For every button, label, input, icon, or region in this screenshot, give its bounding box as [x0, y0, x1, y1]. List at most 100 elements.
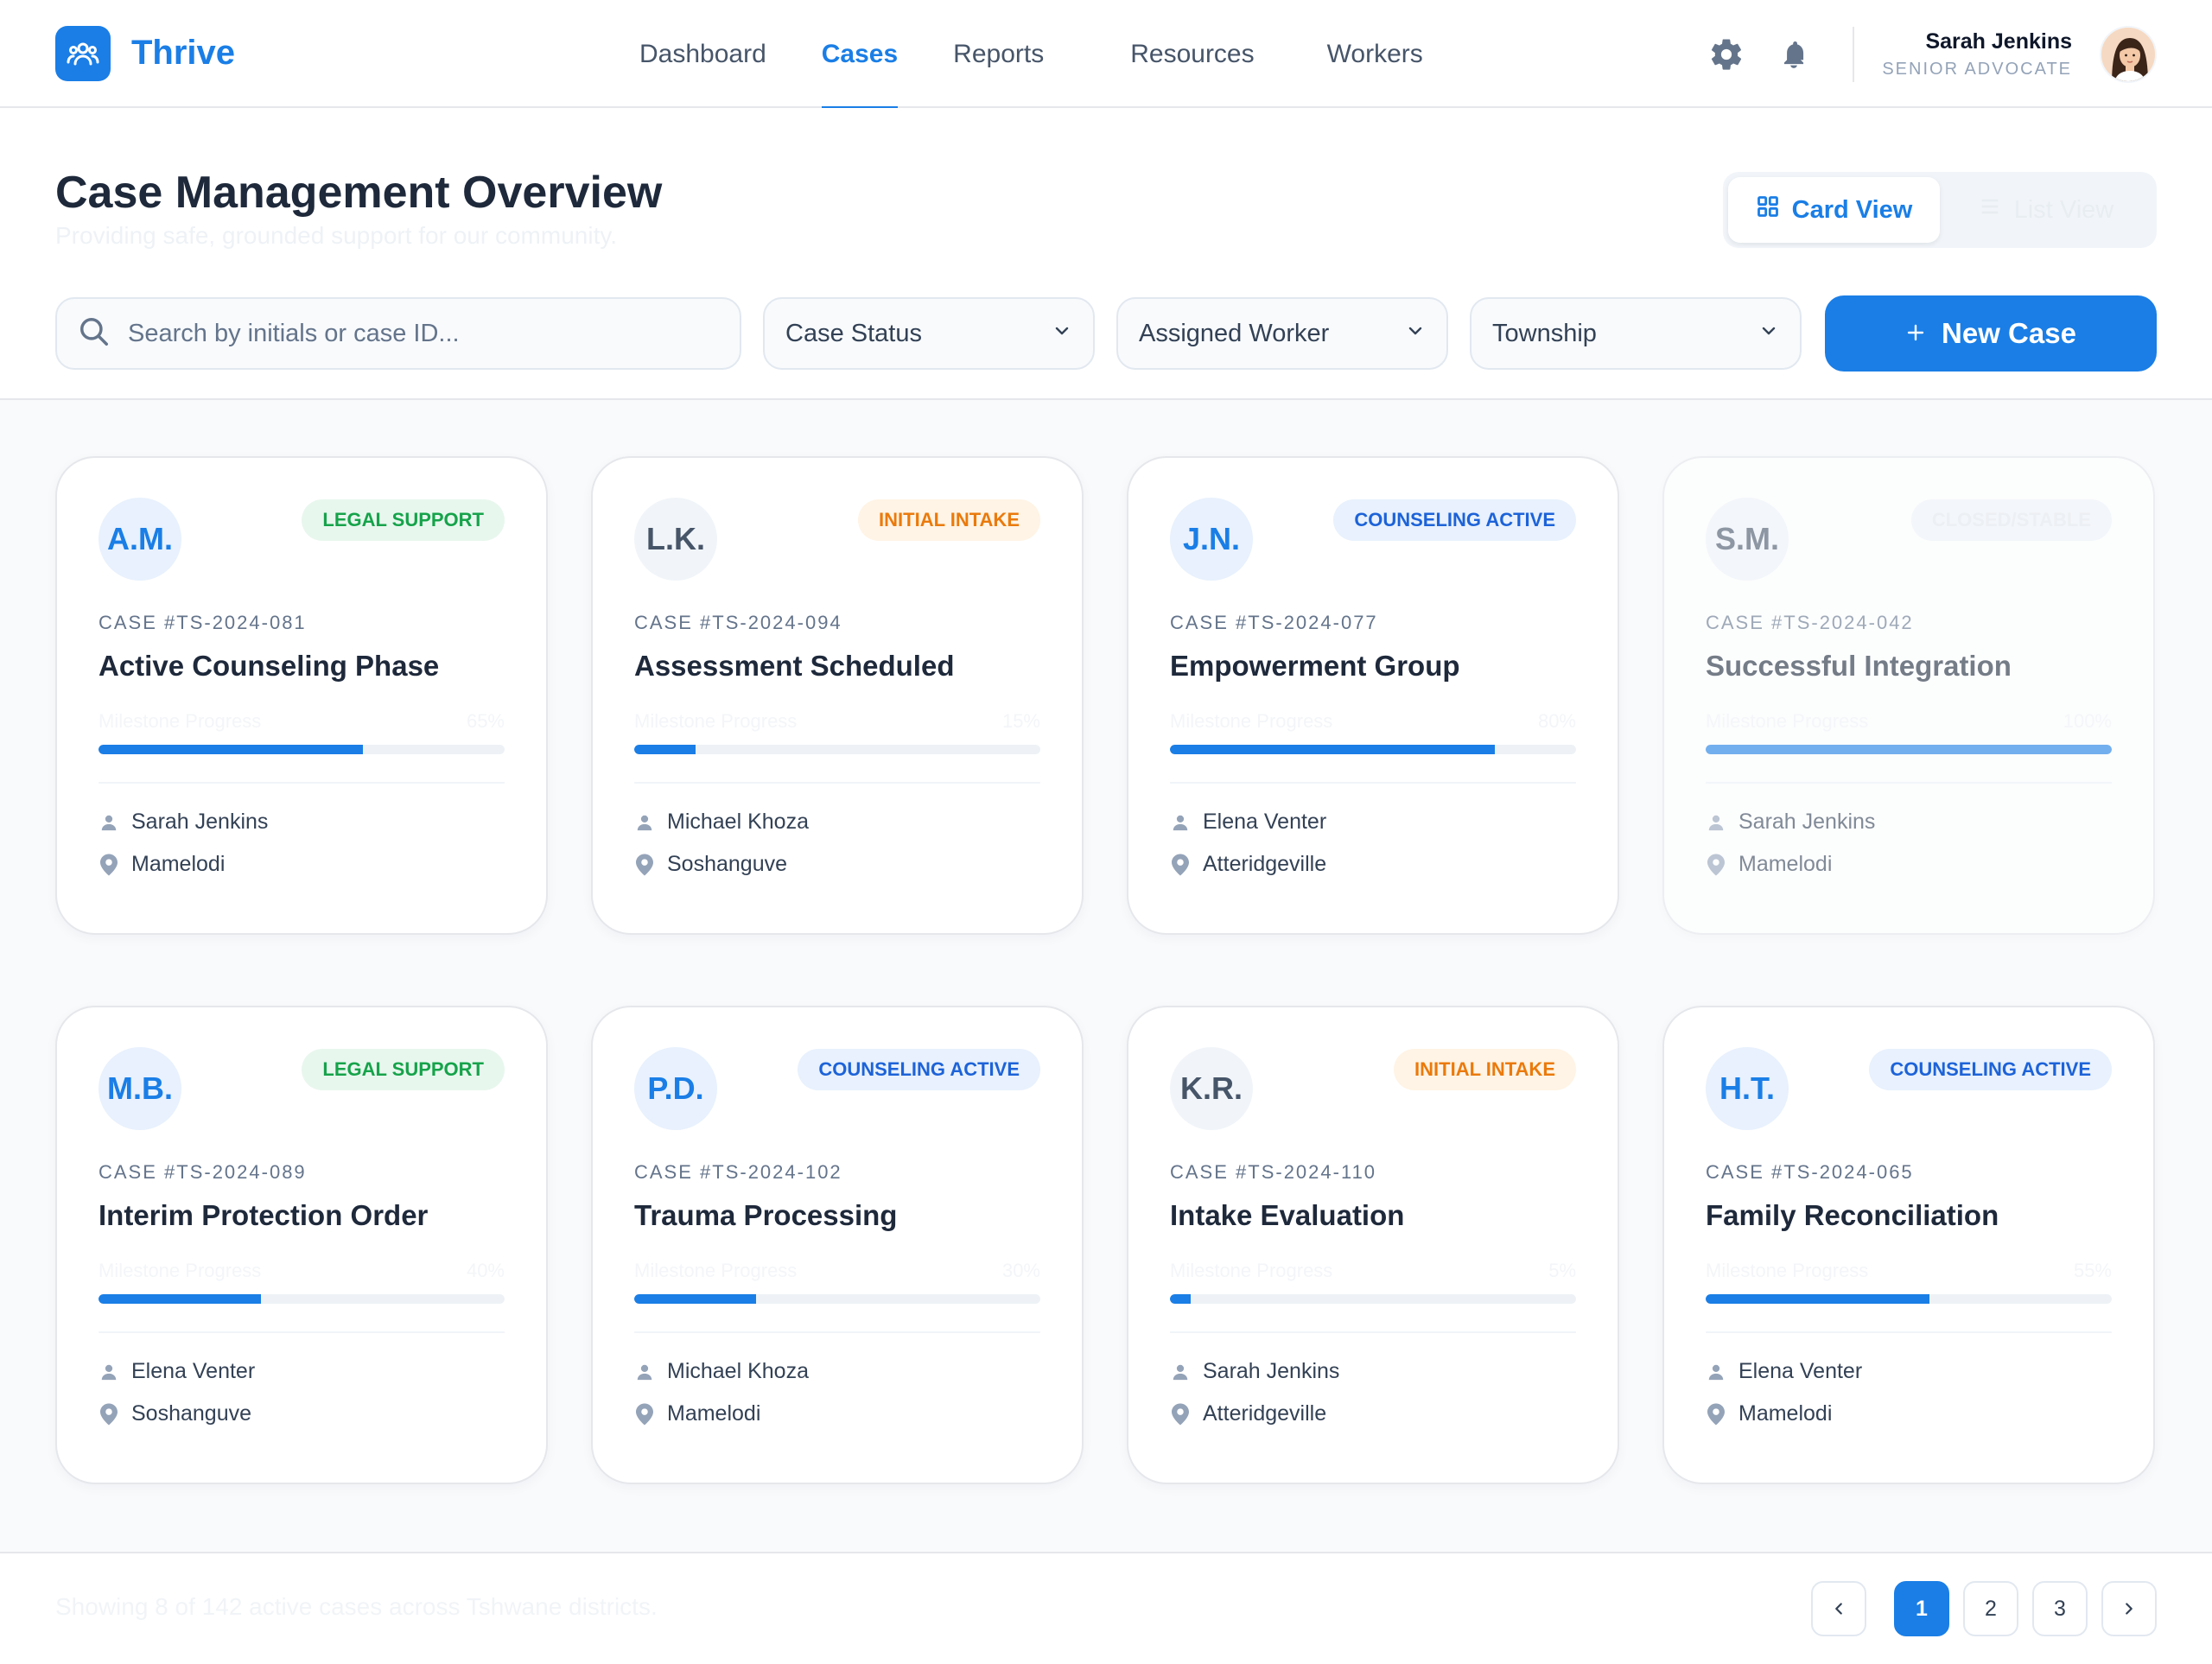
user-name: Sarah Jenkins — [1925, 29, 2072, 54]
progress-percent: 30% — [1001, 1260, 1040, 1281]
bell-icon[interactable] — [1773, 34, 1815, 75]
township-select[interactable]: Township — [1470, 297, 1802, 370]
app-root: Thrive Dashboard Cases Reports Resources… — [0, 0, 2212, 1664]
client-initials: P.D. — [634, 1047, 717, 1130]
progress-header: Milestone Progress 55% — [1706, 1260, 2112, 1282]
township: Soshanguve — [99, 1401, 505, 1426]
search-box[interactable] — [55, 297, 741, 370]
case-card[interactable]: K.R. INITIAL INTAKE CASE #TS-2024-110 In… — [1127, 1006, 1619, 1484]
header-divider — [1853, 26, 1855, 82]
nav-dashboard[interactable]: Dashboard — [639, 0, 766, 108]
search-icon — [78, 315, 111, 352]
case-card[interactable]: J.N. COUNSELING ACTIVE CASE #TS-2024-077… — [1127, 456, 1619, 935]
location-pin-icon — [99, 1403, 119, 1425]
case-card[interactable]: P.D. COUNSELING ACTIVE CASE #TS-2024-102… — [591, 1006, 1084, 1484]
township-label: Township — [1492, 319, 1597, 347]
nav-resources[interactable]: Resources — [1130, 0, 1254, 108]
township-name: Atteridgeville — [1203, 1401, 1327, 1426]
card-divider — [1170, 782, 1576, 784]
chevron-down-icon — [1758, 320, 1779, 348]
location-pin-icon — [634, 1403, 655, 1425]
user-role: SENIOR ADVOCATE — [1882, 59, 2072, 79]
progress-label: Milestone Progress — [99, 710, 262, 732]
progress-percent: 15% — [1001, 710, 1040, 732]
assigned-worker: Michael Khoza — [634, 1359, 1040, 1384]
card-divider — [1706, 782, 2112, 784]
card-divider — [99, 1331, 505, 1333]
nav-cases[interactable]: Cases — [821, 0, 899, 110]
case-id: CASE #TS-2024-089 — [99, 1161, 307, 1183]
user-info[interactable]: Sarah Jenkins SENIOR ADVOCATE — [1882, 29, 2072, 79]
person-icon — [634, 812, 655, 833]
township-name: Mamelodi — [1738, 1401, 1833, 1426]
progress-label: Milestone Progress — [1706, 710, 1869, 732]
page-1-button[interactable]: 1 — [1894, 1581, 1949, 1636]
case-title: Family Reconciliation — [1706, 1199, 1999, 1231]
case-card[interactable]: L.K. INITIAL INTAKE CASE #TS-2024-094 As… — [591, 456, 1084, 935]
overview-section: Case Management Overview Providing safe,… — [0, 108, 2212, 400]
case-card[interactable]: A.M. LEGAL SUPPORT CASE #TS-2024-081 Act… — [55, 456, 548, 935]
progress-label: Milestone Progress — [1170, 1260, 1333, 1281]
search-input[interactable] — [128, 319, 715, 348]
progress-percent: 40% — [466, 1260, 505, 1281]
chevron-down-icon — [1405, 320, 1426, 348]
page-2-button[interactable]: 2 — [1963, 1581, 2018, 1636]
new-case-button[interactable]: New Case — [1825, 295, 2157, 372]
worker-name: Sarah Jenkins — [131, 810, 269, 834]
case-title: Active Counseling Phase — [99, 650, 440, 682]
prev-page-button[interactable] — [1811, 1581, 1866, 1636]
client-initials: H.T. — [1706, 1047, 1789, 1130]
pagination: 1 2 3 — [1811, 1581, 2157, 1636]
list-view-button[interactable]: List View — [1940, 177, 2152, 243]
case-id: CASE #TS-2024-094 — [634, 612, 842, 633]
progress-bar — [634, 745, 1040, 754]
brand[interactable]: Thrive — [55, 25, 235, 81]
person-icon — [1170, 1362, 1191, 1382]
avatar[interactable] — [2100, 25, 2157, 83]
chevron-left-icon — [1835, 1603, 1842, 1615]
status-badge: COUNSELING ACTIVE — [798, 1049, 1040, 1090]
assigned-worker: Elena Venter — [1170, 810, 1576, 835]
filter-bar: Case Status Assigned Worker Township — [55, 295, 2157, 372]
status-badge: CLOSED/STABLE — [1910, 499, 2112, 541]
person-icon — [99, 812, 119, 833]
plus-icon — [1905, 317, 1926, 350]
case-card[interactable]: S.M. CLOSED/STABLE CASE #TS-2024-042 Suc… — [1662, 456, 2155, 935]
person-icon — [634, 1362, 655, 1382]
card-view-button[interactable]: Card View — [1728, 177, 1940, 243]
case-id: CASE #TS-2024-110 — [1170, 1161, 1377, 1183]
assigned-worker: Sarah Jenkins — [1170, 1359, 1576, 1384]
gear-icon[interactable] — [1706, 34, 1747, 75]
case-title: Successful Integration — [1706, 650, 2012, 682]
worker-name: Elena Venter — [1738, 1359, 1863, 1383]
progress-header: Milestone Progress 15% — [634, 710, 1040, 733]
case-title: Empowerment Group — [1170, 650, 1460, 682]
nav-reports[interactable]: Reports — [953, 0, 1044, 108]
person-icon — [1706, 1362, 1726, 1382]
progress-header: Milestone Progress 30% — [634, 1260, 1040, 1282]
assigned-worker: Sarah Jenkins — [1706, 810, 2112, 835]
list-icon — [1978, 194, 2002, 225]
page-3-button[interactable]: 3 — [2032, 1581, 2088, 1636]
progress-percent: 65% — [466, 710, 505, 732]
client-initials: S.M. — [1706, 498, 1789, 581]
case-card[interactable]: M.B. LEGAL SUPPORT CASE #TS-2024-089 Int… — [55, 1006, 548, 1484]
progress-bar-fill — [634, 1294, 756, 1304]
progress-header: Milestone Progress 80% — [1170, 710, 1576, 733]
next-page-button[interactable] — [2101, 1581, 2157, 1636]
township: Atteridgeville — [1170, 1401, 1576, 1426]
status-badge: COUNSELING ACTIVE — [1333, 499, 1576, 541]
case-id: CASE #TS-2024-077 — [1170, 612, 1378, 633]
progress-bar-fill — [634, 745, 696, 754]
progress-bar — [1706, 745, 2112, 754]
case-status-select[interactable]: Case Status — [763, 297, 1095, 370]
township-name: Soshanguve — [131, 1401, 252, 1426]
card-divider — [1170, 1331, 1576, 1333]
nav-workers[interactable]: Workers — [1327, 0, 1423, 108]
status-badge: INITIAL INTAKE — [858, 499, 1040, 541]
assigned-worker-select[interactable]: Assigned Worker — [1116, 297, 1448, 370]
progress-percent: 5% — [1548, 1260, 1576, 1281]
progress-label: Milestone Progress — [1170, 710, 1333, 732]
township: Mamelodi — [99, 852, 505, 877]
case-card[interactable]: H.T. COUNSELING ACTIVE CASE #TS-2024-065… — [1662, 1006, 2155, 1484]
